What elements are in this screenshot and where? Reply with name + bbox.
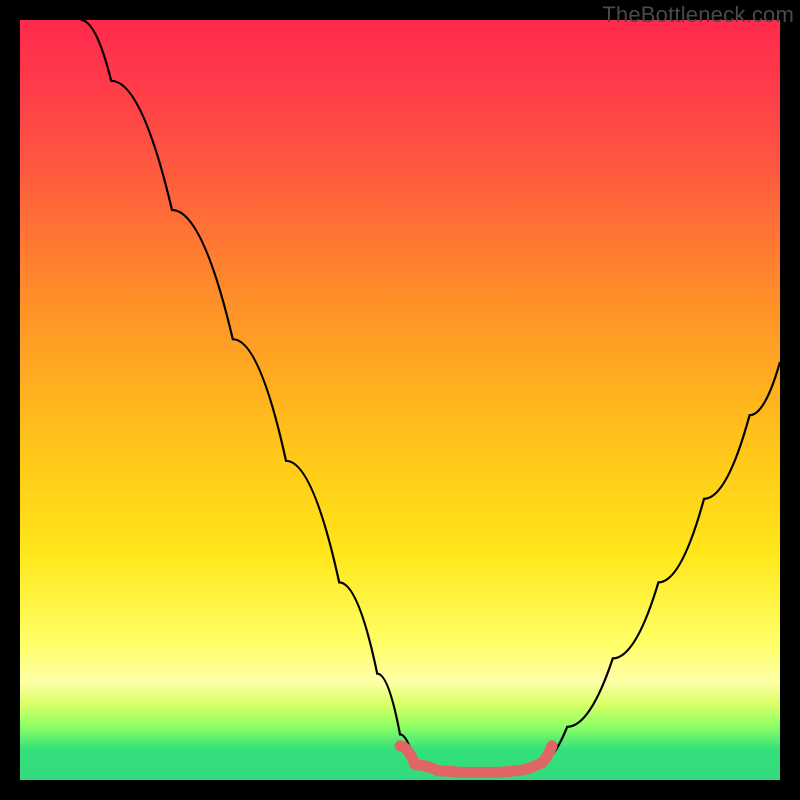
left-curve-path [81,20,415,765]
right-curve-path [537,362,780,765]
curve-overlay [20,20,780,780]
chart-frame: TheBottleneck.com [0,0,800,800]
optimal-band-path [400,746,552,773]
watermark-text: TheBottleneck.com [602,2,794,28]
